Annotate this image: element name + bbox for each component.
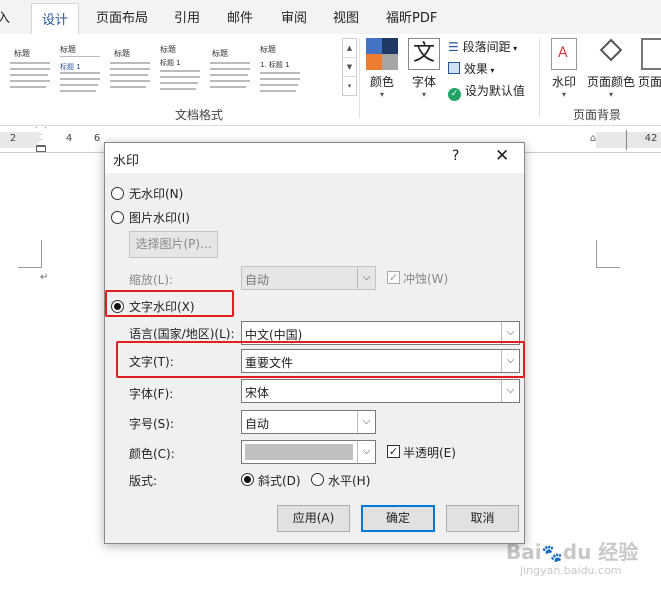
- text-combobox[interactable]: 重要文件 ⌵: [241, 349, 520, 373]
- baidu-jingyan-watermark-url: jingyan.baidu.com: [520, 564, 622, 577]
- gallery-scroll[interactable]: ▲ ▼ ▾: [342, 38, 357, 96]
- paragraph-mark-icon: ↵: [40, 272, 49, 283]
- set-default-button[interactable]: ✓ 设为默认值: [448, 82, 525, 101]
- layout-label: 版式:: [129, 474, 158, 488]
- no-watermark-label[interactable]: 无水印(N): [129, 185, 183, 202]
- effects-icon: [448, 62, 460, 74]
- style-thumb[interactable]: 标题: [6, 38, 54, 96]
- dialog-title: 水印: [113, 154, 140, 169]
- style-thumb[interactable]: 标题: [106, 38, 154, 96]
- tab-foxit-pdf[interactable]: 福昕PDF: [386, 7, 437, 26]
- tab-page-layout[interactable]: 页面布局: [96, 7, 148, 26]
- picture-watermark-label[interactable]: 图片水印(I): [129, 209, 190, 226]
- style-thumb[interactable]: 标题 1. 标题 1: [256, 38, 304, 96]
- language-select[interactable]: 中文(中国) ⌵: [241, 321, 520, 345]
- effects-button[interactable]: 效果 ▾: [448, 60, 494, 77]
- help-icon[interactable]: ?: [452, 148, 459, 164]
- colors-label: 颜色: [369, 75, 394, 89]
- diagonal-label[interactable]: 斜式(D): [258, 472, 301, 489]
- scale-select[interactable]: 自动 ⌵: [241, 266, 376, 290]
- cancel-button[interactable]: 取消: [446, 505, 519, 532]
- font-combobox[interactable]: 宋体 ⌵: [241, 379, 520, 403]
- style-thumb[interactable]: 标题 标题 1: [156, 38, 204, 96]
- washout-label[interactable]: 冲蚀(W): [403, 270, 448, 287]
- text-watermark-radio[interactable]: [111, 300, 124, 313]
- crop-mark: [596, 240, 620, 268]
- style-thumb[interactable]: 标题: [206, 38, 254, 96]
- group-label-document-format: 文档格式: [175, 108, 224, 122]
- size-combobox[interactable]: 自动 ⌵: [241, 410, 376, 434]
- tab-insert[interactable]: 入: [0, 7, 10, 26]
- watermark-button[interactable]: A 水印 ▾: [546, 38, 582, 99]
- text-watermark-label[interactable]: 文字水印(X): [129, 298, 195, 315]
- page-border-icon: [641, 38, 661, 70]
- chevron-down-icon: ⌵: [357, 441, 375, 463]
- diagonal-radio[interactable]: [241, 473, 254, 486]
- apply-button[interactable]: 应用(A): [277, 505, 350, 532]
- baidu-jingyan-watermark-logo: Bai🐾du 经验: [506, 540, 639, 564]
- font-char-icon: 文: [408, 38, 440, 70]
- right-indent-marker-icon[interactable]: ⌂: [583, 133, 603, 144]
- watermark-dialog: 水印 ? ✕ 无水印(N) 图片水印(I) 选择图片(P)... 缩放(L): …: [104, 142, 525, 544]
- color-select[interactable]: ⌵: [241, 440, 376, 464]
- page-color-label: 页面颜色: [586, 75, 635, 89]
- tab-view[interactable]: 视图: [333, 7, 359, 26]
- scroll-up-icon[interactable]: ▲: [343, 39, 356, 58]
- color-label: 颜色(C):: [129, 447, 175, 461]
- tab-references[interactable]: 引用: [174, 7, 200, 26]
- semi-transparent-checkbox[interactable]: ✓: [387, 445, 400, 458]
- text-label: 文字(T):: [129, 355, 174, 369]
- washout-checkbox[interactable]: ✓: [387, 271, 400, 284]
- gallery-more-icon[interactable]: ▾: [343, 77, 356, 96]
- scale-label: 缩放(L):: [129, 273, 174, 287]
- chevron-down-icon: ⌵: [357, 411, 375, 433]
- scroll-down-icon[interactable]: ▼: [343, 58, 356, 77]
- font-label: 字体(F):: [129, 387, 174, 401]
- style-thumb[interactable]: 标题 标题 1: [56, 38, 104, 96]
- page-border-label: 页面: [638, 75, 661, 89]
- fonts-button[interactable]: 文 字体 ▾: [405, 38, 443, 99]
- ribbon-design: 标题 标题 标题 1 标题 标题 标题 1 标题 标题 1. 标题 1 ▲ ▼: [0, 34, 661, 126]
- watermark-label: 水印: [551, 75, 576, 89]
- tab-review[interactable]: 审阅: [281, 7, 307, 26]
- set-default-label: 设为默认值: [464, 84, 525, 98]
- chevron-down-icon: ⌵: [501, 322, 519, 344]
- semi-transparent-label[interactable]: 半透明(E): [403, 444, 456, 461]
- color-palette-icon: [366, 38, 398, 70]
- effects-label: 效果: [463, 62, 488, 76]
- paint-bucket-icon: [598, 38, 624, 70]
- page-border-button[interactable]: 页面: [638, 38, 661, 90]
- horizontal-radio[interactable]: [311, 473, 324, 486]
- crop-mark: [18, 240, 42, 268]
- paragraph-spacing-icon: ☰: [448, 40, 459, 54]
- chevron-down-icon: ⌵: [501, 380, 519, 402]
- indent-marker-icon[interactable]: [36, 127, 46, 153]
- dialog-titlebar[interactable]: 水印 ? ✕: [105, 143, 524, 173]
- language-label: 语言(国家/地区)(L):: [129, 327, 235, 341]
- check-circle-icon: ✓: [448, 88, 461, 101]
- style-set-gallery[interactable]: 标题 标题 标题 1 标题 标题 标题 1 标题 标题 1. 标题 1: [0, 38, 357, 96]
- ribbon-tab-bar: 入 设计 页面布局 引用 邮件 审阅 视图 福昕PDF: [0, 0, 661, 35]
- horizontal-label[interactable]: 水平(H): [328, 472, 370, 489]
- color-swatch: [245, 444, 353, 460]
- ok-button[interactable]: 确定: [361, 505, 435, 532]
- select-picture-button[interactable]: 选择图片(P)...: [129, 231, 218, 258]
- size-label: 字号(S):: [129, 417, 175, 431]
- picture-watermark-radio[interactable]: [111, 211, 124, 224]
- tab-mailings[interactable]: 邮件: [227, 7, 253, 26]
- chevron-down-icon: ⌵: [357, 267, 375, 289]
- colors-button[interactable]: 颜色 ▾: [364, 38, 400, 99]
- paragraph-spacing-label: 段落间距: [462, 40, 511, 54]
- group-label-page-background: 页面背景: [573, 108, 622, 122]
- page-color-button[interactable]: 页面颜色 ▾: [584, 38, 638, 99]
- chevron-down-icon: ⌵: [501, 350, 519, 372]
- watermark-icon: A: [551, 38, 577, 70]
- paragraph-spacing-button[interactable]: ☰ 段落间距 ▾: [448, 38, 517, 55]
- no-watermark-radio[interactable]: [111, 187, 124, 200]
- close-icon[interactable]: ✕: [495, 146, 509, 166]
- fonts-label: 字体: [411, 75, 436, 89]
- tab-design[interactable]: 设计: [31, 3, 80, 35]
